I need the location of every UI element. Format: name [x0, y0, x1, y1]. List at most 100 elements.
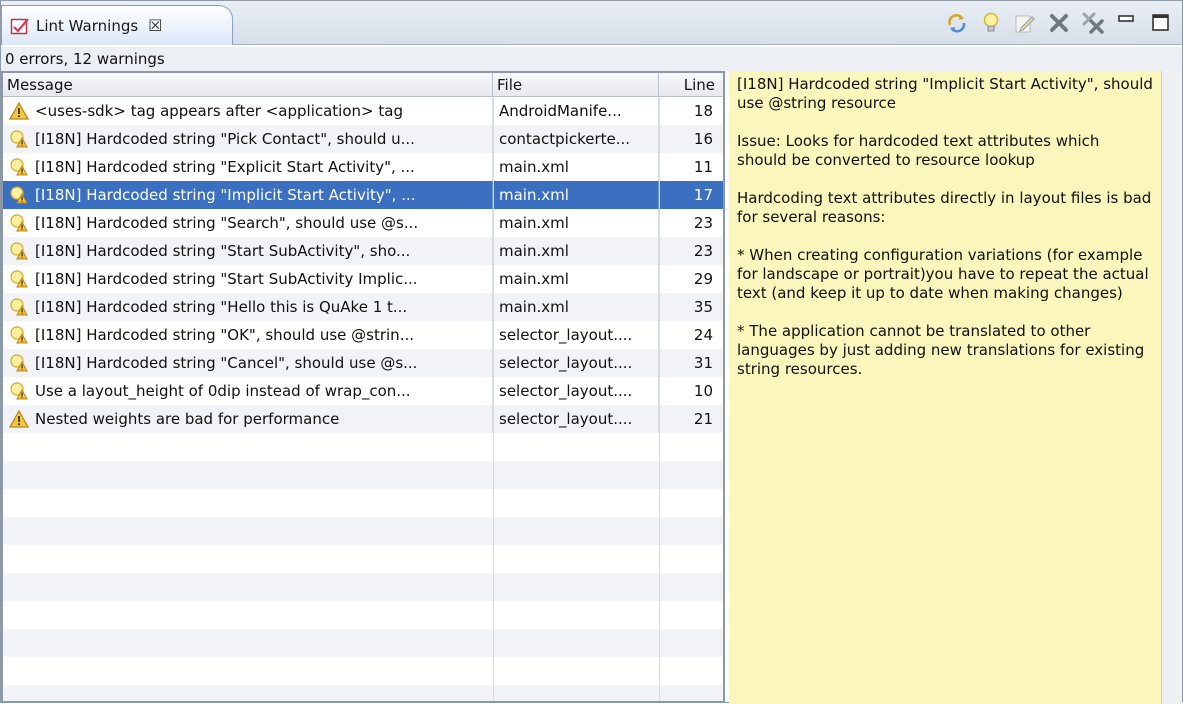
detail-scrollbar[interactable]: [1161, 71, 1182, 704]
empty-row: [3, 601, 723, 629]
line-cell: 24: [693, 326, 713, 344]
empty-row: [3, 545, 723, 573]
table-row[interactable]: [I18N] Hardcoded string "Search", should…: [3, 209, 723, 237]
quick-fix-warning-icon: [10, 354, 28, 372]
message-cell: [I18N] Hardcoded string "OK", should use…: [3, 321, 493, 349]
line-cell: 31: [693, 354, 713, 372]
message-cell: [I18N] Hardcoded string "Explicit Start …: [3, 153, 493, 181]
file-cell: main.xml: [493, 293, 659, 321]
message-text: [I18N] Hardcoded string "Start SubActivi…: [35, 270, 418, 288]
tab-lint-warnings[interactable]: Lint Warnings ☒: [1, 5, 233, 45]
column-header-file[interactable]: File: [493, 73, 659, 96]
quick-fix-warning-icon: [10, 298, 28, 316]
table-row[interactable]: Nested weights are bad for performance s…: [3, 405, 723, 433]
lightbulb-icon[interactable]: [978, 10, 1004, 36]
tab-close-icon[interactable]: ☒: [148, 16, 162, 35]
message-cell: <uses-sdk> tag appears after <applicatio…: [3, 97, 493, 125]
column-separator: [493, 97, 494, 701]
line-cell: 23: [693, 242, 713, 260]
file-cell: main.xml: [493, 265, 659, 293]
file-cell: contactpickerte...: [493, 125, 659, 153]
maximize-icon[interactable]: [1148, 10, 1174, 36]
message-text: [I18N] Hardcoded string "Cancel", should…: [35, 354, 418, 372]
line-cell: 16: [693, 130, 713, 148]
lint-check-icon: [10, 17, 29, 34]
message-cell: [I18N] Hardcoded string "Start SubActivi…: [3, 237, 493, 265]
file-cell: selector_layout....: [493, 405, 659, 433]
view-title-bar: Lint Warnings ☒: [1, 1, 1182, 45]
table-row[interactable]: [I18N] Hardcoded string "Start SubActivi…: [3, 237, 723, 265]
file-cell: main.xml: [493, 153, 659, 181]
table-row[interactable]: [I18N] Hardcoded string "Pick Contact", …: [3, 125, 723, 153]
view-toolbar: [944, 9, 1174, 37]
table-body: <uses-sdk> tag appears after <applicatio…: [3, 97, 723, 701]
message-text: [I18N] Hardcoded string "OK", should use…: [35, 326, 414, 344]
line-cell: 35: [693, 298, 713, 316]
lint-warnings-view: Lint Warnings ☒ 0 errors, 12 warnings Me…: [0, 0, 1183, 704]
message-cell: [I18N] Hardcoded string "Start SubActivi…: [3, 265, 493, 293]
lint-issues-table[interactable]: Message File Line <uses-sdk> tag appears…: [1, 71, 725, 703]
file-cell: selector_layout....: [493, 377, 659, 405]
message-text: [I18N] Hardcoded string "Pick Contact", …: [35, 130, 415, 148]
message-cell: Use a layout_height of 0dip instead of w…: [3, 377, 493, 405]
message-text: [I18N] Hardcoded string "Explicit Start …: [35, 158, 415, 176]
table-row[interactable]: [I18N] Hardcoded string "Implicit Start …: [3, 181, 723, 209]
table-row[interactable]: Use a layout_height of 0dip instead of w…: [3, 377, 723, 405]
message-text: [I18N] Hardcoded string "Start SubActivi…: [35, 242, 411, 260]
table-row[interactable]: <uses-sdk> tag appears after <applicatio…: [3, 97, 723, 125]
file-cell: selector_layout....: [493, 349, 659, 377]
quick-fix-warning-icon: [10, 382, 28, 400]
message-text: [I18N] Hardcoded string "Hello this is Q…: [35, 298, 408, 316]
table-row[interactable]: [I18N] Hardcoded string "OK", should use…: [3, 321, 723, 349]
file-cell: AndroidManife...: [493, 97, 659, 125]
quick-fix-warning-icon: [10, 270, 28, 288]
detail-paragraph: Issue: Looks for hardcoded text attribut…: [737, 132, 1100, 169]
message-text: [I18N] Hardcoded string "Search", should…: [35, 214, 419, 232]
message-cell: [I18N] Hardcoded string "Hello this is Q…: [3, 293, 493, 321]
column-separator: [659, 97, 660, 701]
table-row[interactable]: [I18N] Hardcoded string "Explicit Start …: [3, 153, 723, 181]
issue-summary: 0 errors, 12 warnings: [1, 47, 1182, 71]
message-cell: [I18N] Hardcoded string "Search", should…: [3, 209, 493, 237]
warning-icon: [9, 101, 29, 120]
edit-icon[interactable]: [1012, 10, 1038, 36]
line-cell: 21: [693, 410, 713, 428]
file-cell: main.xml: [493, 237, 659, 265]
message-cell: [I18N] Hardcoded string "Implicit Start …: [3, 181, 493, 209]
message-text: Nested weights are bad for performance: [35, 410, 340, 428]
file-cell: selector_layout....: [493, 321, 659, 349]
column-header-message[interactable]: Message: [3, 73, 493, 96]
empty-row: [3, 629, 723, 657]
empty-row: [3, 657, 723, 685]
quick-fix-warning-icon: [10, 214, 28, 232]
delete-icon[interactable]: [1046, 10, 1072, 36]
quick-fix-warning-icon: [10, 186, 28, 204]
message-cell: Nested weights are bad for performance: [3, 405, 493, 433]
empty-row: [3, 461, 723, 489]
column-header-line[interactable]: Line: [659, 73, 723, 96]
message-text: Use a layout_height of 0dip instead of w…: [35, 382, 411, 400]
line-cell: 10: [693, 382, 713, 400]
empty-row: [3, 685, 723, 701]
line-cell: 23: [693, 214, 713, 232]
message-cell: [I18N] Hardcoded string "Cancel", should…: [3, 349, 493, 377]
table-header: Message File Line: [3, 73, 723, 97]
table-row[interactable]: [I18N] Hardcoded string "Start SubActivi…: [3, 265, 723, 293]
minimize-icon[interactable]: [1114, 10, 1140, 36]
table-row[interactable]: [I18N] Hardcoded string "Cancel", should…: [3, 349, 723, 377]
line-cell: 18: [693, 102, 713, 120]
delete-all-icon[interactable]: [1080, 10, 1106, 36]
empty-row: [3, 573, 723, 601]
empty-row: [3, 489, 723, 517]
table-row[interactable]: [I18N] Hardcoded string "Hello this is Q…: [3, 293, 723, 321]
detail-paragraph: * When creating configuration variations…: [737, 246, 1149, 302]
message-cell: [I18N] Hardcoded string "Pick Contact", …: [3, 125, 493, 153]
line-cell: 29: [693, 270, 713, 288]
quick-fix-warning-icon: [10, 242, 28, 260]
quick-fix-warning-icon: [10, 326, 28, 344]
message-text: <uses-sdk> tag appears after <applicatio…: [35, 102, 403, 120]
warning-icon: [9, 409, 29, 428]
detail-paragraph: [I18N] Hardcoded string "Implicit Start …: [737, 75, 1153, 112]
file-cell: main.xml: [493, 181, 659, 209]
refresh-icon[interactable]: [944, 10, 970, 36]
